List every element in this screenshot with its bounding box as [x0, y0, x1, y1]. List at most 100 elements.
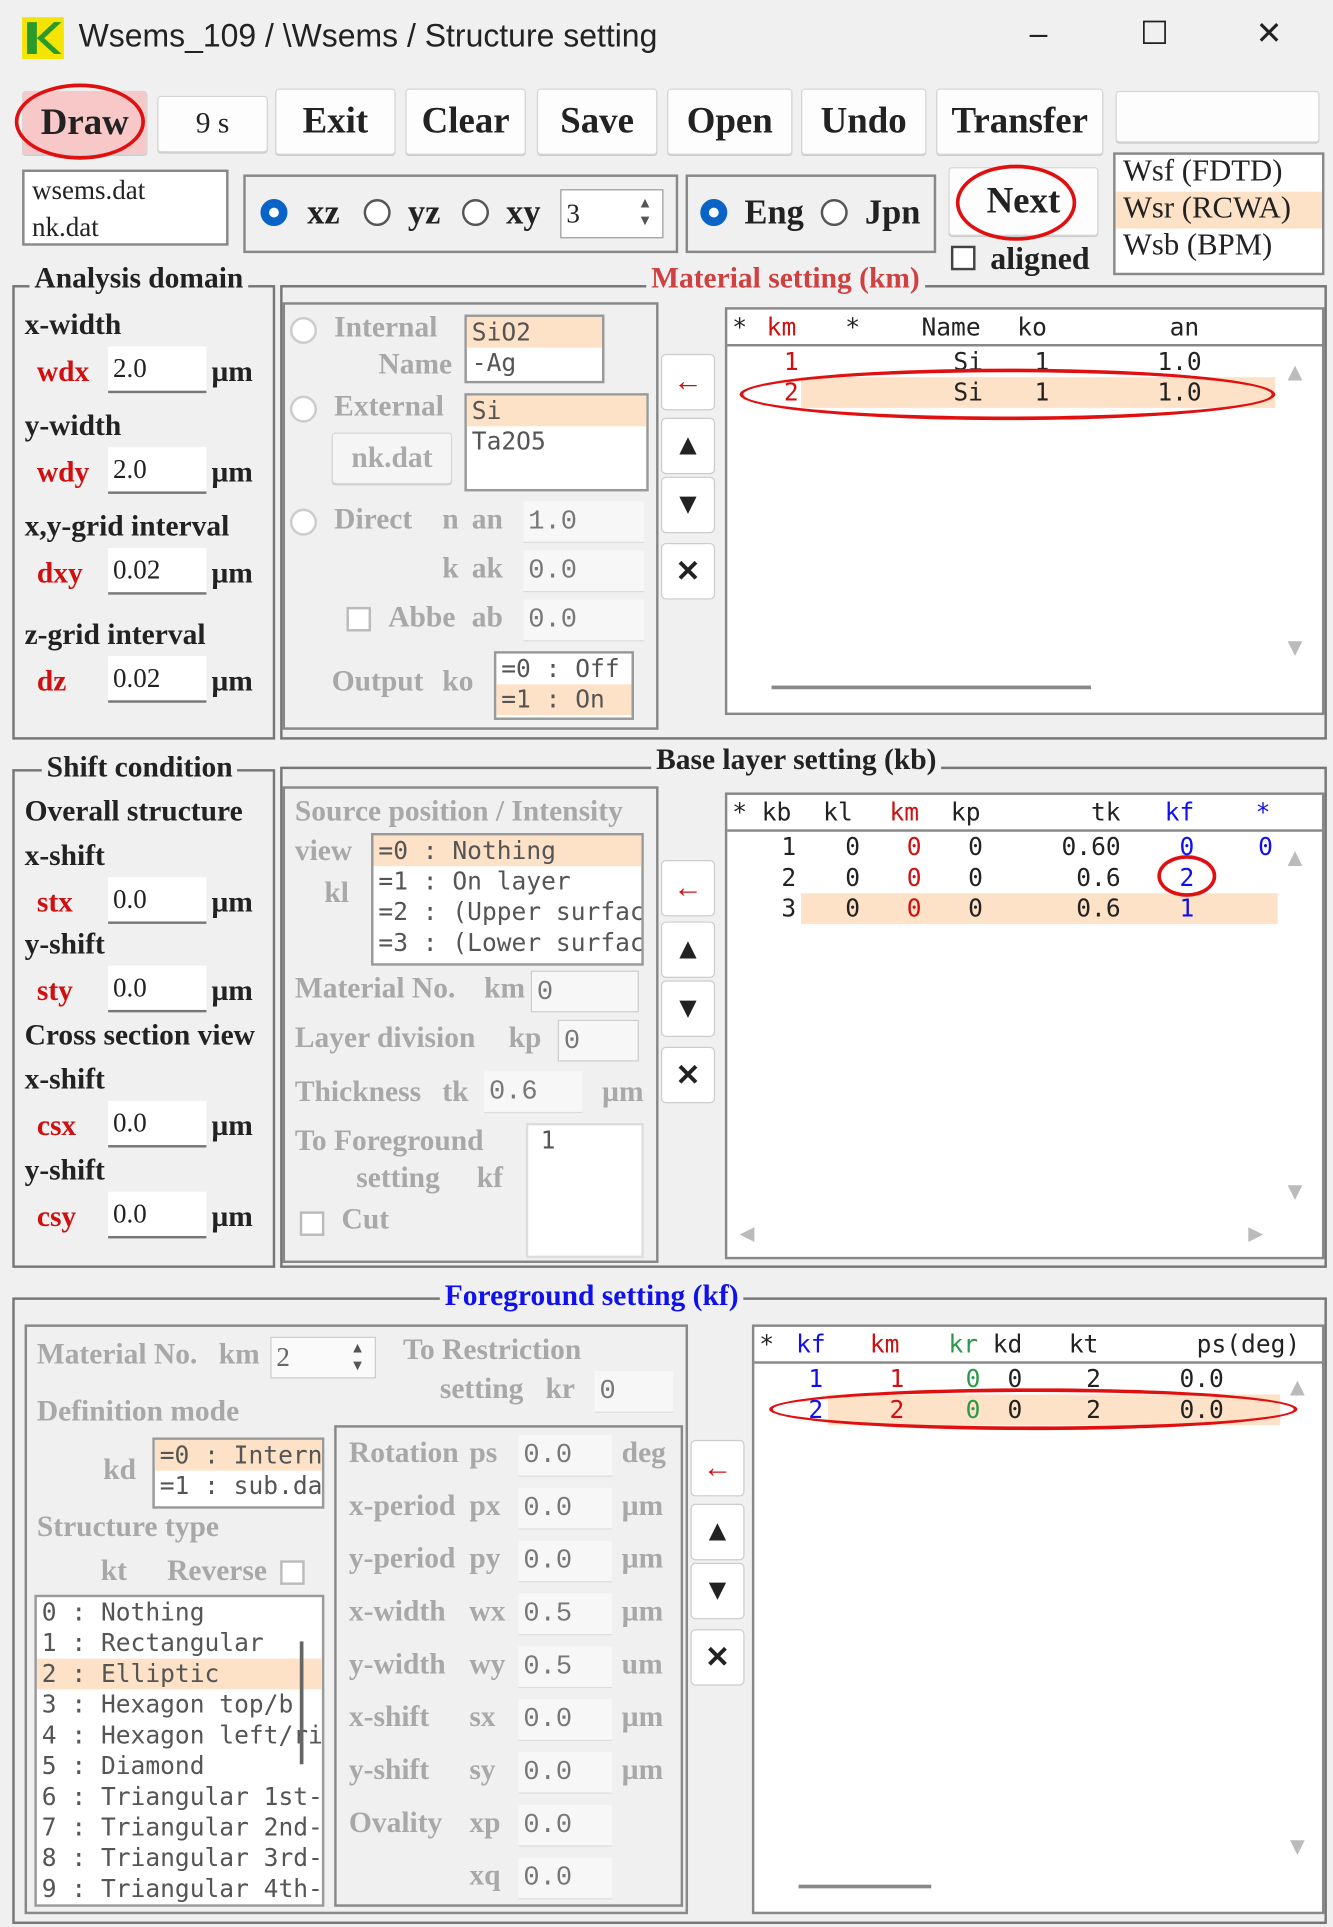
list-item[interactable]: 8 : Triangular 3rd- — [37, 1843, 322, 1874]
list-item[interactable]: 5 : Diamond — [37, 1751, 322, 1782]
param-input[interactable]: 0.0 — [518, 1487, 612, 1530]
exit-button[interactable]: Exit — [275, 88, 396, 155]
list-item[interactable]: 6 : Triangular 1st- — [37, 1781, 322, 1812]
kr-input[interactable]: 0 — [594, 1371, 674, 1413]
list-item[interactable]: =1 : On layer — [373, 866, 641, 897]
list-item[interactable]: =1 : sub.dat — [155, 1471, 322, 1502]
scroll-up-icon[interactable]: ▲ — [1290, 1371, 1305, 1400]
param-input[interactable]: 0.0 — [518, 1857, 612, 1900]
table-row[interactable]: 2 0 0 0 0.6 2 — [727, 862, 1280, 893]
draw-button[interactable]: Draw — [22, 90, 148, 155]
delete-icon[interactable]: ✕ — [660, 543, 716, 600]
maximize-button[interactable]: ☐ — [1140, 15, 1169, 53]
horizontal-scrollbar[interactable] — [771, 685, 1091, 690]
param-input[interactable]: 0.5 — [518, 1646, 612, 1689]
cut-checkbox[interactable] — [299, 1211, 325, 1236]
close-button[interactable]: ✕ — [1256, 15, 1283, 53]
stepper-arrows-icon[interactable]: ▲ ▼ — [342, 1339, 374, 1373]
table-row-selected[interactable]: 2 Si 1 1.0 — [727, 377, 1280, 408]
field-input[interactable]: 0.0 — [108, 965, 207, 1013]
radio-jpn[interactable] — [820, 199, 848, 227]
solver-list[interactable]: Wsf (FDTD) Wsr (RCWA) Wsb (BPM) — [1113, 152, 1325, 276]
radio-eng[interactable] — [700, 199, 728, 227]
list-item[interactable]: 1 : Rectangular — [37, 1628, 322, 1659]
list-item[interactable]: Si — [466, 395, 647, 427]
solver-item-selected[interactable]: Wsr (RCWA) — [1115, 191, 1322, 229]
list-item[interactable]: SiO2 — [466, 316, 603, 348]
minimize-button[interactable]: – — [1030, 15, 1048, 53]
tk-input[interactable]: 0.6 — [484, 1071, 583, 1114]
scroll-down-icon[interactable]: ▼ — [1290, 1831, 1305, 1860]
scroll-left-icon[interactable]: ◀ — [740, 1218, 755, 1247]
field-input[interactable]: 2.0 — [108, 447, 207, 494]
arrow-left-icon[interactable]: ← — [660, 353, 716, 411]
horizontal-scrollbar[interactable] — [798, 1884, 932, 1889]
km-stepper[interactable]: 0 — [530, 970, 639, 1013]
material-table[interactable]: * km * Name ko an 1 Si 1 1.0 2 Si 1 1.0 … — [724, 307, 1325, 716]
transfer-button[interactable]: Transfer — [936, 88, 1104, 155]
solver-item[interactable]: Wsf (FDTD) — [1116, 155, 1322, 192]
table-row[interactable]: 2 2 0 0 2 0.0 — [754, 1394, 1282, 1426]
field-input[interactable]: 0.02 — [108, 656, 207, 703]
list-item[interactable]: 3 : Hexagon top/b — [37, 1689, 322, 1720]
list-item[interactable]: =0 : Internal — [154, 1439, 322, 1471]
list-item[interactable]: Ta2O5 — [467, 426, 646, 457]
nk-dat-button[interactable]: nk.dat — [331, 432, 453, 485]
list-item[interactable]: -Ag — [467, 348, 602, 379]
field-input[interactable]: 0.0 — [108, 877, 207, 924]
scroll-up-icon[interactable]: ▲ — [1288, 842, 1303, 871]
move-up-icon[interactable]: ▲ — [660, 921, 716, 978]
radio-yz[interactable] — [363, 199, 391, 227]
kd-list[interactable]: =0 : Internal =1 : sub.dat — [152, 1437, 325, 1509]
move-up-icon[interactable]: ▲ — [660, 417, 716, 475]
radio-direct[interactable] — [289, 508, 317, 536]
delete-icon[interactable]: ✕ — [660, 1046, 716, 1104]
kf-list[interactable]: 1 — [525, 1122, 644, 1259]
list-item[interactable]: =3 : (Lower surface) — [373, 928, 641, 959]
move-down-icon[interactable]: ▼ — [660, 476, 716, 534]
radio-xy[interactable] — [461, 199, 489, 227]
param-input[interactable]: 0.0 — [518, 1699, 612, 1741]
field-input[interactable]: 2.0 — [108, 346, 207, 394]
list-item[interactable]: =1 : On — [496, 684, 632, 716]
list-item[interactable]: 0 : Nothing — [37, 1597, 322, 1628]
param-input[interactable]: 0.5 — [518, 1593, 612, 1636]
file-item[interactable]: wsems.dat — [32, 172, 226, 209]
file-item[interactable]: nk.dat — [32, 209, 226, 246]
list-item[interactable]: =2 : (Upper surface) — [373, 897, 641, 928]
structure-type-list[interactable]: 0 : Nothing 1 : Rectangular 2 : Elliptic 3 … — [34, 1594, 325, 1907]
list-scrollbar[interactable] — [299, 1641, 304, 1765]
abbe-checkbox[interactable] — [346, 606, 372, 632]
stepper-arrows-icon[interactable]: ▲ ▼ — [629, 194, 661, 228]
scroll-up-icon[interactable]: ▲ — [1288, 356, 1303, 385]
list-item[interactable]: 2 : Elliptic — [36, 1658, 322, 1690]
param-input[interactable]: 0.0 — [518, 1804, 612, 1847]
output-list[interactable]: =0 : Off =1 : On — [493, 651, 634, 720]
save-button[interactable]: Save — [536, 88, 658, 155]
ab-input[interactable]: 0.0 — [523, 599, 644, 642]
list-item[interactable]: 7 : Triangular 2nd- — [37, 1812, 322, 1843]
radio-internal[interactable] — [289, 316, 317, 345]
list-item[interactable]: 4 : Hexagon left/ri — [37, 1720, 322, 1751]
radio-external[interactable] — [289, 395, 317, 423]
undo-button[interactable]: Undo — [801, 88, 927, 155]
list-item[interactable]: =0 : Nothing — [373, 835, 642, 867]
next-button[interactable]: Next — [948, 167, 1099, 236]
open-button[interactable]: Open — [667, 88, 793, 155]
an-input[interactable]: 1.0 — [523, 501, 644, 544]
field-input[interactable]: 0.0 — [108, 1191, 207, 1239]
list-item[interactable]: =0 : Off — [496, 654, 631, 685]
table-row[interactable]: 1 Si 1 1.0 — [727, 346, 1280, 377]
clear-button[interactable]: Clear — [405, 88, 526, 155]
scroll-right-icon[interactable]: ▶ — [1248, 1218, 1263, 1247]
delete-icon[interactable]: ✕ — [690, 1629, 745, 1686]
list-item[interactable]: 1 — [528, 1125, 641, 1156]
list-item[interactable]: 9 : Triangular 4th- — [37, 1874, 322, 1905]
base-layer-table[interactable]: * kb kl km kp tk kf * 1 0 0 0 0.60 0 0 2… — [724, 792, 1325, 1260]
param-input[interactable]: 0.0 — [518, 1751, 612, 1794]
external-material-list[interactable]: Si Ta2O5 — [464, 393, 649, 492]
source-list[interactable]: =0 : Nothing =1 : On layer =2 : (Upper s… — [371, 832, 644, 966]
file-list[interactable]: wsems.dat nk.dat — [22, 169, 229, 246]
field-input[interactable]: 0.02 — [108, 547, 207, 595]
table-row[interactable]: 1 1 0 0 2 0.0 — [754, 1364, 1282, 1395]
